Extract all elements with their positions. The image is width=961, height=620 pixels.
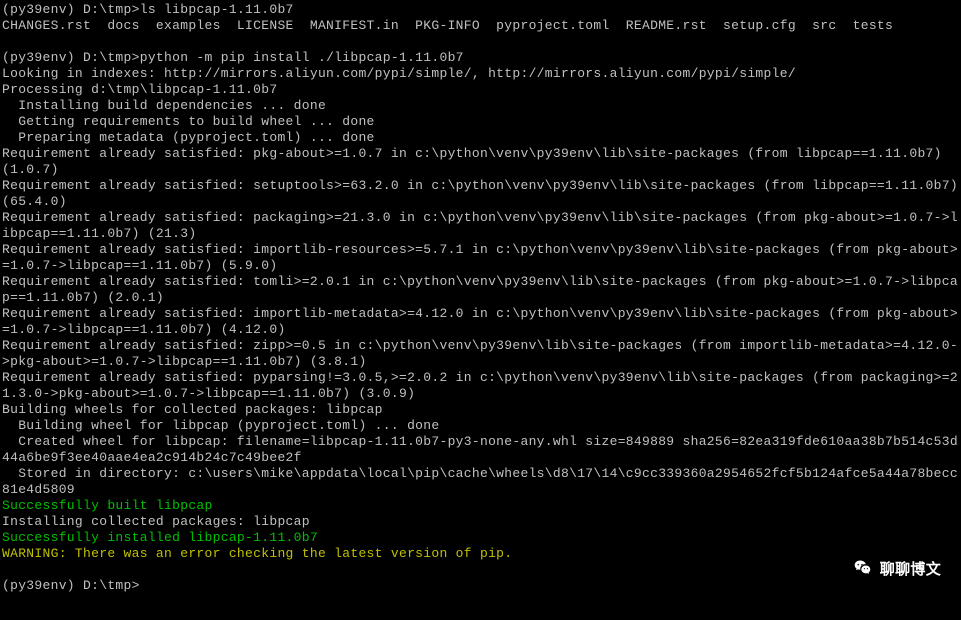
prompt: (py39env) D:\tmp> — [2, 50, 140, 65]
output-line: Getting requirements to build wheel ... … — [2, 114, 375, 129]
command: ls libpcap-1.11.0b7 — [140, 2, 294, 17]
output-line: Installing build dependencies ... done — [2, 98, 326, 113]
output-line: Stored in directory: c:\users\mike\appda… — [2, 466, 958, 497]
output-line: Building wheels for collected packages: … — [2, 402, 383, 417]
output-line: Preparing metadata (pyproject.toml) ... … — [2, 130, 375, 145]
output-line: Requirement already satisfied: tomli>=2.… — [2, 274, 958, 305]
output-line: Processing d:\tmp\libpcap-1.11.0b7 — [2, 82, 277, 97]
output-line: Requirement already satisfied: importlib… — [2, 242, 958, 273]
output-line: Requirement already satisfied: importlib… — [2, 306, 958, 337]
watermark-text: 聊聊博文 — [880, 562, 941, 578]
prompt: (py39env) D:\tmp> — [2, 578, 140, 593]
output-line: Requirement already satisfied: zipp>=0.5… — [2, 338, 958, 369]
terminal-output[interactable]: (py39env) D:\tmp>ls libpcap-1.11.0b7 CHA… — [0, 0, 961, 594]
watermark: 聊聊博文 — [852, 558, 941, 582]
output-line: Looking in indexes: http://mirrors.aliyu… — [2, 66, 796, 81]
ls-output: CHANGES.rst docs examples LICENSE MANIFE… — [2, 18, 893, 33]
output-line: Installing collected packages: libpcap — [2, 514, 310, 529]
output-line: Created wheel for libpcap: filename=libp… — [2, 434, 958, 465]
output-line: Requirement already satisfied: setuptool… — [2, 178, 961, 209]
output-line: Building wheel for libpcap (pyproject.to… — [2, 418, 439, 433]
success-line: Successfully built libpcap — [2, 498, 213, 513]
warning-line: WARNING: There was an error checking the… — [2, 546, 512, 561]
output-line: Requirement already satisfied: packaging… — [2, 210, 958, 241]
success-line: Successfully installed libpcap-1.11.0b7 — [2, 530, 318, 545]
wechat-icon — [852, 558, 874, 582]
command: python -m pip install ./libpcap-1.11.0b7 — [140, 50, 464, 65]
output-line: Requirement already satisfied: pkg-about… — [2, 146, 950, 177]
output-line: Requirement already satisfied: pyparsing… — [2, 370, 958, 401]
prompt: (py39env) D:\tmp> — [2, 2, 140, 17]
